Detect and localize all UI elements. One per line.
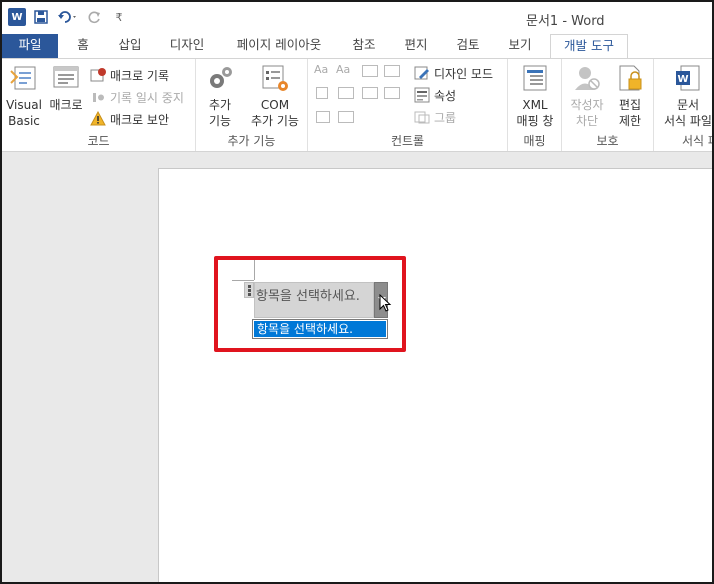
group-code: Visual Basic 매크로 매크로 기록 기록 일시 중지 매크로 보안	[2, 59, 196, 151]
properties-button[interactable]: 속성	[414, 85, 456, 105]
warning-icon	[90, 110, 106, 127]
record-macro-icon	[90, 67, 106, 83]
tab-review[interactable]: 검토	[448, 34, 488, 58]
undo-icon[interactable]	[56, 8, 80, 26]
dropdown-list: 항목을 선택하세요.	[252, 319, 388, 339]
record-macro-button[interactable]: 매크로 기록	[90, 65, 169, 85]
picture-control-icon[interactable]	[362, 65, 378, 77]
content-control-placeholder: 항목을 선택하세요.	[256, 289, 360, 304]
controls-gallery: Aa Aa	[314, 63, 404, 129]
design-mode-icon	[414, 65, 430, 81]
visual-basic-button[interactable]: Visual Basic	[4, 63, 44, 129]
repeating-section-control-icon[interactable]	[316, 111, 330, 123]
com-addins-button[interactable]: COM 추가 기능	[244, 63, 306, 129]
properties-icon	[414, 87, 430, 103]
rich-text-control-icon[interactable]: Aa	[314, 63, 328, 76]
macro-security-button[interactable]: 매크로 보안	[90, 109, 169, 129]
group-label-controls: 컨트롤	[390, 134, 425, 148]
building-block-control-icon[interactable]	[384, 65, 400, 77]
group-label-mapping: 매핑	[523, 134, 546, 148]
group-icon	[414, 109, 430, 125]
ribbon-tabs: 파일 홈 삽입 디자인 페이지 레이아웃 참조 편지 검토 보기 개발 도구	[2, 34, 712, 59]
group-mapping: XML 매핑 창 매핑	[508, 59, 562, 151]
dropdown-list-control-icon[interactable]	[362, 87, 378, 99]
document-template-button[interactable]: W 문서 서식 파일	[658, 63, 712, 129]
group-label-templates: 서식 파	[682, 134, 712, 148]
design-mode-button[interactable]: 디자인 모드	[414, 63, 493, 83]
document-page[interactable]	[158, 168, 712, 582]
tab-page-layout[interactable]: 페이지 레이아웃	[224, 34, 334, 58]
checkbox-control-icon[interactable]	[316, 87, 328, 99]
content-control-handle[interactable]	[244, 282, 254, 298]
date-picker-control-icon[interactable]	[384, 87, 400, 99]
tab-home[interactable]: 홈	[68, 34, 98, 58]
save-icon[interactable]	[32, 8, 50, 26]
mouse-pointer-icon	[379, 293, 393, 317]
word-window: W ₹ 문서1 - Word 파일 홈 삽입 디자인 페이지 레이아웃 참조 편…	[0, 0, 714, 584]
quick-access-toolbar: W ₹	[8, 8, 128, 26]
tab-developer[interactable]: 개발 도구	[550, 34, 628, 59]
svg-text:W: W	[677, 74, 688, 85]
com-addins-icon	[260, 63, 290, 93]
ribbon: Visual Basic 매크로 매크로 기록 기록 일시 중지 매크로 보안	[2, 58, 712, 152]
block-authors-button[interactable]: 작성자 차단	[566, 63, 608, 129]
restrict-editing-icon	[615, 63, 645, 93]
gear-icon	[205, 63, 235, 93]
customize-qat-icon[interactable]: ₹	[110, 8, 128, 26]
group-protect: 작성자 차단 편집 제한 보호	[562, 59, 654, 151]
redo-icon[interactable]	[86, 8, 104, 26]
pause-recording-button[interactable]: 기록 일시 중지	[90, 87, 184, 107]
title-bar: W ₹ 문서1 - Word	[2, 2, 712, 34]
window-title: 문서1 - Word	[526, 14, 605, 29]
addins-button[interactable]: 추가 기능	[202, 63, 238, 129]
combo-box-control-icon[interactable]	[338, 87, 354, 99]
macro-icon	[51, 63, 81, 93]
word-app-icon[interactable]: W	[8, 8, 26, 26]
tab-file[interactable]: 파일	[2, 34, 58, 58]
group-label-code: 코드	[87, 134, 110, 148]
group-templates: W 문서 서식 파일 서식 파	[654, 59, 712, 151]
xml-mapping-button[interactable]: XML 매핑 창	[512, 63, 558, 129]
document-area	[2, 152, 712, 582]
group-addins: 추가 기능 COM 추가 기능 추가 기능	[196, 59, 308, 151]
group-label-protect: 보호	[596, 134, 619, 148]
legacy-tools-icon[interactable]	[338, 111, 354, 123]
tab-design[interactable]: 디자인	[162, 34, 212, 58]
tab-insert[interactable]: 삽입	[110, 34, 150, 58]
visual-basic-icon	[9, 63, 39, 93]
group-button[interactable]: 그룹	[414, 107, 456, 127]
tab-references[interactable]: 참조	[344, 34, 384, 58]
word-template-icon: W	[673, 63, 703, 93]
macro-button[interactable]: 매크로	[46, 63, 86, 113]
pause-icon	[90, 89, 106, 105]
group-controls: Aa Aa 디자인 모드 속성 그룹 컨트롤	[308, 59, 508, 151]
block-authors-icon	[572, 63, 602, 93]
dropdown-option[interactable]: 항목을 선택하세요.	[254, 321, 386, 337]
tab-mailings[interactable]: 편지	[396, 34, 436, 58]
plain-text-control-icon[interactable]: Aa	[336, 63, 350, 76]
tab-view[interactable]: 보기	[500, 34, 540, 58]
group-label-addins: 추가 기능	[227, 134, 276, 148]
xml-mapping-icon	[520, 63, 550, 93]
restrict-editing-button[interactable]: 편집 제한	[610, 63, 650, 129]
